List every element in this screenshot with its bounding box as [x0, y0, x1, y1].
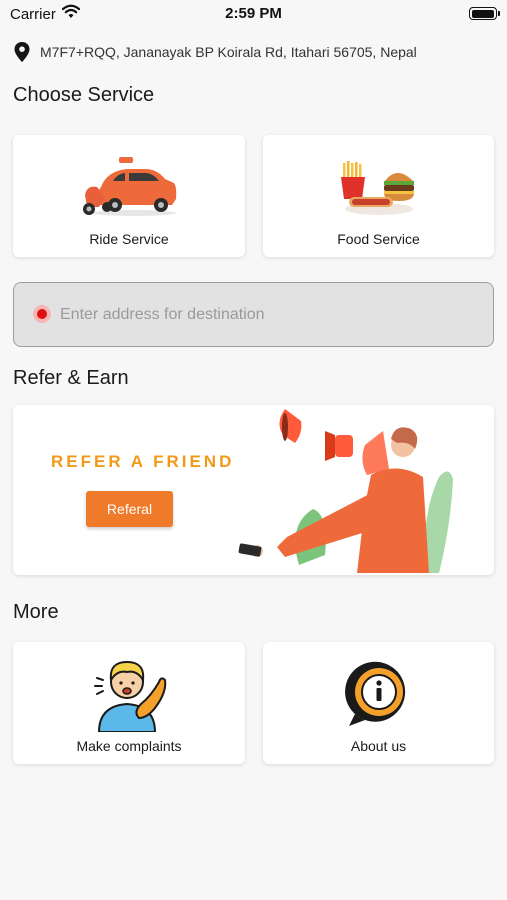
location-pin-icon [14, 42, 30, 62]
info-icon [344, 661, 405, 726]
refer-heading: REFER A FRIEND [51, 452, 235, 471]
battery-fill [471, 9, 494, 18]
destination-input[interactable] [60, 297, 480, 333]
destination-dot-icon [33, 305, 51, 323]
food-service-illustration [340, 161, 414, 215]
current-address: M7F7+RQQ, Jananayak BP Koirala Rd, Itaha… [40, 44, 417, 60]
ride-service-card[interactable]: Ride Service [13, 135, 245, 257]
ride-service-label: Ride Service [89, 231, 169, 247]
refer-banner[interactable]: REFER A FRIEND Referal [13, 405, 494, 575]
make-complaints-label: Make complaints [76, 738, 182, 754]
battery-icon [469, 7, 500, 20]
refer-friend-illustration [238, 409, 453, 573]
food-service-label: Food Service [337, 231, 420, 247]
destination-field[interactable] [13, 282, 494, 347]
food-service-card[interactable]: Food Service [263, 135, 494, 257]
about-us-label: About us [350, 738, 407, 754]
refer-earn-title: Refer & Earn [13, 367, 129, 389]
complaint-illustration [94, 660, 167, 732]
status-time: 2:59 PM [225, 5, 282, 22]
ride-service-illustration [83, 157, 177, 216]
choose-service-title: Choose Service [13, 84, 155, 106]
referal-button[interactable]: Referal [86, 491, 173, 527]
more-title: More [13, 601, 59, 623]
current-location[interactable]: M7F7+RQQ, Jananayak BP Koirala Rd, Itaha… [14, 40, 417, 64]
status-bar: Carrier 2:59 PM [0, 0, 507, 28]
about-us-card[interactable]: About us [263, 642, 494, 764]
make-complaints-card[interactable]: Make complaints [13, 642, 245, 764]
